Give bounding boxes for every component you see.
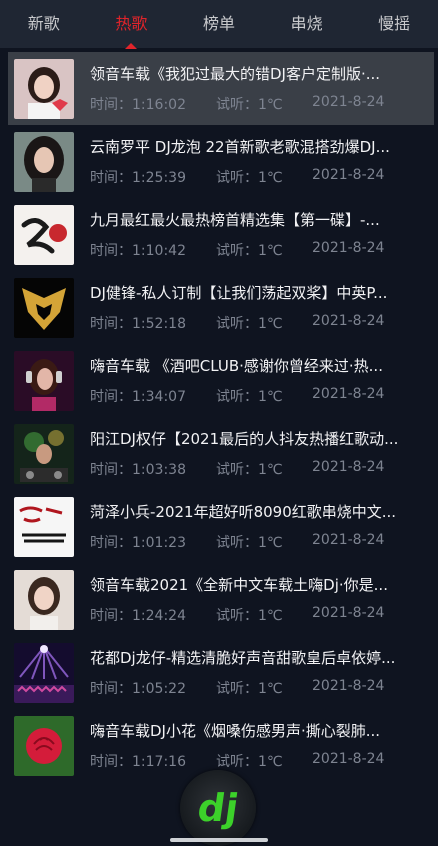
song-row[interactable]: 领音车载《我犯过最大的错DJ客户定制版·... 时间：1:16:02 试听：1℃… [8, 52, 434, 125]
duration: 时间：1:17:16 [90, 754, 186, 770]
release-date: 2021-8-24 [312, 532, 385, 548]
listens: 试听：1℃ [216, 97, 283, 113]
release-date: 2021-8-24 [312, 240, 385, 256]
dj-mixer-photo-icon [14, 423, 74, 484]
song-row[interactable]: 领音车载2021《全新中文车载土嗨Dj·你是... 时间：1:24:24 试听：… [8, 563, 434, 636]
listens: 试听：1℃ [216, 462, 283, 478]
duration: 时间：1:03:38 [90, 462, 186, 478]
song-row[interactable]: DJ健锋-私人订制【让我们荡起双桨】中英P... 时间：1:52:18 试听：1… [8, 271, 434, 344]
song-row[interactable]: 菏泽小兵-2021年超好听8090红歌串烧中文... 时间：1:01:23 试听… [8, 490, 434, 563]
home-indicator[interactable] [170, 838, 268, 842]
song-row[interactable]: 嗨音车载 《酒吧CLUB·感谢你曾经来过·热... 时间：1:34:07 试听：… [8, 344, 434, 417]
song-row[interactable]: 花都Dj龙仔-精选清脆好声音甜歌皇后卓依婷... 时间：1:05:22 试听：1… [8, 636, 434, 709]
headphone-girl-photo-icon [14, 350, 74, 411]
song-title: 九月最红最火最热榜首精选集【第一碟】-... [90, 211, 380, 229]
listens: 试听：1℃ [216, 170, 283, 186]
duration: 时间：1:25:39 [90, 170, 186, 186]
release-date: 2021-8-24 [312, 678, 385, 694]
listens: 试听：1℃ [216, 608, 283, 624]
tab-hot-songs[interactable]: 热歌 [109, 0, 153, 48]
girl-hello-photo-icon [14, 58, 74, 119]
song-title: 领音车载2021《全新中文车载土嗨Dj·你是... [90, 576, 388, 594]
release-date: 2021-8-24 [312, 167, 385, 183]
release-date: 2021-8-24 [312, 386, 385, 402]
listens: 试听：1℃ [216, 535, 283, 551]
listens: 试听：1℃ [216, 681, 283, 697]
song-title: 嗨音车载 《酒吧CLUB·感谢你曾经来过·热... [90, 357, 383, 375]
red-rose-photo-icon [14, 715, 74, 776]
duration: 时间：1:01:23 [90, 535, 186, 551]
tab-medley[interactable]: 串烧 [285, 0, 329, 48]
gold-emblem-logo-icon [14, 277, 74, 338]
song-list: 领音车载《我犯过最大的错DJ客户定制版·... 时间：1:16:02 试听：1℃… [8, 52, 434, 782]
release-date: 2021-8-24 [312, 94, 385, 110]
duration: 时间：1:34:07 [90, 389, 186, 405]
listens: 试听：1℃ [216, 754, 283, 770]
song-title: 领音车载《我犯过最大的错DJ客户定制版·... [90, 65, 381, 83]
dj-logo-icon: dj [194, 786, 242, 830]
song-title: 菏泽小兵-2021年超好听8090红歌串烧中文... [90, 503, 397, 521]
song-title: 阳江DJ权仔【2021最后的人抖友热播红歌动... [90, 430, 399, 448]
duration: 时间：1:10:42 [90, 243, 186, 259]
song-row[interactable]: 阳江DJ权仔【2021最后的人抖友热播红歌动... 时间：1:03:38 试听：… [8, 417, 434, 490]
song-title: 云南罗平 DJ龙泡 22首新歌老歌混搭劲爆DJ... [90, 138, 390, 156]
tab-charts[interactable]: 榜单 [197, 0, 241, 48]
release-date: 2021-8-24 [312, 459, 385, 475]
duration: 时间：1:16:02 [90, 97, 186, 113]
song-title: 花都Dj龙仔-精选清脆好声音甜歌皇后卓依婷... [90, 649, 396, 667]
duration: 时间：1:52:18 [90, 316, 186, 332]
listens: 试听：1℃ [216, 243, 283, 259]
song-title: DJ健锋-私人订制【让我们荡起双桨】中英P... [90, 284, 388, 302]
song-row[interactable]: 云南罗平 DJ龙泡 22首新歌老歌混搭劲爆DJ... 时间：1:25:39 试听… [8, 125, 434, 198]
tab-slow-rock[interactable]: 慢摇 [372, 0, 416, 48]
song-row[interactable]: 九月最红最火最热榜首精选集【第一碟】-... 时间：1:10:42 试听：1℃ … [8, 198, 434, 271]
tab-new-songs[interactable]: 新歌 [22, 0, 66, 48]
dj-play-button[interactable]: dj [180, 770, 256, 846]
tab-bar: 新歌 热歌 榜单 串烧 慢摇 [0, 0, 438, 48]
dark-hair-girl-photo-icon [14, 131, 74, 192]
duration: 时间：1:24:24 [90, 608, 186, 624]
concert-lights-photo-icon [14, 642, 74, 703]
listens: 试听：1℃ [216, 316, 283, 332]
dj-xiaobing-logo-icon [14, 496, 74, 557]
release-date: 2021-8-24 [312, 313, 385, 329]
smiling-girl-photo-icon [14, 569, 74, 630]
song-title: 嗨音车载DJ小花《烟嗓伤感男声·撕心裂肺... [90, 722, 381, 740]
listens: 试听：1℃ [216, 389, 283, 405]
release-date: 2021-8-24 [312, 605, 385, 621]
release-date: 2021-8-24 [312, 751, 385, 767]
art-calligraphy-logo-icon [14, 204, 74, 265]
duration: 时间：1:05:22 [90, 681, 186, 697]
